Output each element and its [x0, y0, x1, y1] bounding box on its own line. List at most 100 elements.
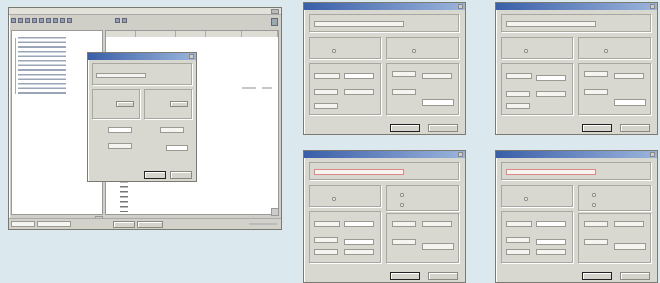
open-icon[interactable]: [18, 18, 23, 23]
dialog-field[interactable]: [614, 243, 646, 250]
dialog-field[interactable]: [584, 89, 608, 95]
filter-icon[interactable]: [122, 18, 128, 23]
column-header[interactable]: [136, 31, 176, 37]
cut-icon[interactable]: [32, 18, 37, 23]
dialog-field[interactable]: [108, 127, 132, 133]
dialog-field[interactable]: [314, 73, 340, 79]
view-icon[interactable]: [115, 18, 121, 23]
dialog-field[interactable]: [422, 73, 452, 79]
dialog-field[interactable]: [614, 221, 644, 227]
dialog-field[interactable]: [314, 237, 338, 243]
cancel-button[interactable]: [620, 124, 650, 132]
dialog-field[interactable]: [614, 73, 644, 79]
dialog-field[interactable]: [536, 239, 566, 245]
dialog-field[interactable]: [614, 99, 646, 106]
dialog-field[interactable]: [314, 21, 404, 27]
save-icon[interactable]: [25, 18, 30, 23]
dialog-field[interactable]: [392, 221, 416, 227]
dialog-field[interactable]: [314, 103, 338, 109]
dialog-field[interactable]: [344, 89, 374, 95]
copy-icon[interactable]: [39, 18, 44, 23]
dialog-field[interactable]: [584, 239, 608, 245]
ok-button[interactable]: [582, 124, 612, 132]
dialog-field[interactable]: [536, 91, 566, 97]
dialog-field[interactable]: [506, 237, 530, 243]
option-radio[interactable]: [332, 197, 336, 201]
dialog-field[interactable]: [314, 169, 404, 175]
option-radio[interactable]: [332, 49, 336, 53]
dialog-field[interactable]: [96, 73, 146, 78]
dialog-field[interactable]: [108, 143, 132, 149]
dialog-field[interactable]: [506, 21, 596, 27]
dialog-title-bar: [496, 151, 657, 158]
dialog-field[interactable]: [506, 91, 530, 97]
dialog-field[interactable]: [422, 221, 452, 227]
dialog-field[interactable]: [166, 145, 188, 151]
dialog-field[interactable]: [344, 249, 374, 255]
dialog-field[interactable]: [392, 239, 416, 245]
dialog-field[interactable]: [506, 169, 596, 175]
close-icon[interactable]: [650, 4, 655, 9]
toolbar-right-icon[interactable]: [271, 18, 278, 26]
dialog-field[interactable]: [584, 71, 608, 77]
dialog-group: [309, 185, 381, 207]
close-icon[interactable]: [458, 152, 463, 157]
column-header[interactable]: [176, 31, 206, 37]
dialog-field[interactable]: [506, 103, 530, 109]
option-radio[interactable]: [592, 203, 596, 207]
dialog-field[interactable]: [392, 71, 416, 77]
dialog-field[interactable]: [584, 221, 608, 227]
dialog-field[interactable]: [344, 221, 374, 227]
new-icon[interactable]: [11, 18, 16, 23]
dialog-field[interactable]: [160, 127, 184, 133]
paste-icon[interactable]: [46, 18, 51, 23]
window-close-icon[interactable]: [271, 9, 279, 14]
dialog-field[interactable]: [536, 249, 566, 255]
dialog-field[interactable]: [506, 249, 530, 255]
column-header[interactable]: [206, 31, 242, 37]
dialog-field[interactable]: [314, 89, 338, 95]
ok-button[interactable]: [390, 272, 420, 280]
dialog-field[interactable]: [506, 73, 532, 79]
dialog-field[interactable]: [344, 239, 374, 245]
status-button[interactable]: [113, 221, 135, 228]
option-radio[interactable]: [524, 197, 528, 201]
dialog-group: [578, 185, 651, 211]
option-radio[interactable]: [400, 193, 404, 197]
dialog-field[interactable]: [536, 75, 566, 81]
list-resize-grip[interactable]: [271, 208, 279, 216]
dialog-option-button[interactable]: [116, 101, 134, 107]
properties-icon[interactable]: [53, 18, 58, 23]
help-icon[interactable]: [67, 18, 72, 23]
column-header[interactable]: [242, 31, 278, 37]
dialog-field[interactable]: [506, 221, 532, 227]
ok-button[interactable]: [144, 171, 166, 179]
option-radio[interactable]: [604, 49, 608, 53]
close-icon[interactable]: [189, 54, 194, 59]
dialog-option-button[interactable]: [170, 101, 188, 107]
dialog-field[interactable]: [314, 221, 340, 227]
dialog-field[interactable]: [392, 89, 416, 95]
cancel-button[interactable]: [170, 171, 192, 179]
dialog-field[interactable]: [422, 99, 454, 106]
status-button[interactable]: [137, 221, 163, 228]
ok-button[interactable]: [582, 272, 612, 280]
dialog-title-bar: [304, 151, 465, 158]
dialog-field[interactable]: [344, 73, 374, 79]
close-icon[interactable]: [458, 4, 463, 9]
refresh-icon[interactable]: [60, 18, 65, 23]
ok-button[interactable]: [390, 124, 420, 132]
status-cell: [37, 221, 71, 227]
cancel-button[interactable]: [620, 272, 650, 280]
dialog-field[interactable]: [536, 221, 566, 227]
option-radio[interactable]: [524, 49, 528, 53]
option-radio[interactable]: [400, 203, 404, 207]
close-icon[interactable]: [650, 152, 655, 157]
cancel-button[interactable]: [428, 272, 458, 280]
option-radio[interactable]: [412, 49, 416, 53]
cancel-button[interactable]: [428, 124, 458, 132]
option-radio[interactable]: [592, 193, 596, 197]
column-header[interactable]: [106, 31, 136, 37]
dialog-field[interactable]: [314, 249, 338, 255]
dialog-field[interactable]: [422, 243, 454, 250]
